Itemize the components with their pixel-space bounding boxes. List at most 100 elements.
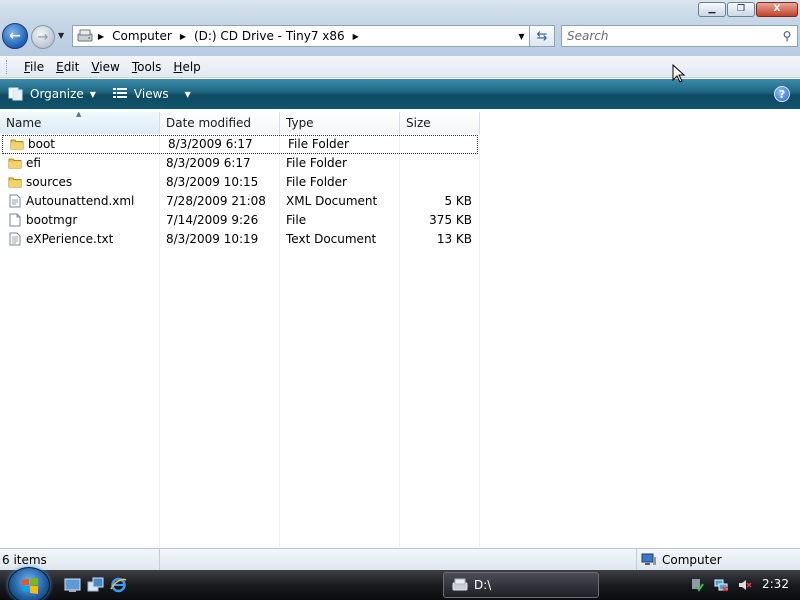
mouse-cursor-icon <box>672 64 686 83</box>
forward-arrow-icon: → <box>37 29 49 45</box>
back-button[interactable]: ← <box>2 23 28 49</box>
organize-label: Organize <box>30 87 84 101</box>
search-placeholder: Search <box>567 29 609 43</box>
file-type: File Folder <box>286 175 347 189</box>
file-row[interactable]: Autounattend.xml 7/28/2009 21:08 XML Doc… <box>0 192 480 211</box>
window-controls: ▁ ❐ X <box>698 2 798 17</box>
file-row[interactable]: boot 8/3/2009 6:17 File Folder <box>2 135 478 154</box>
recent-pages-dropdown[interactable]: ▼ <box>58 31 64 40</box>
window-chrome: ▁ ❐ X ← → ▼ ▶ Computer ▶ (D:) CD Drive -… <box>0 0 800 56</box>
help-icon[interactable]: ? <box>774 86 790 102</box>
menu-file[interactable]: File <box>18 60 50 74</box>
status-spacer <box>160 549 637 570</box>
file-date: 8/3/2009 6:17 <box>168 137 253 151</box>
folder-icon <box>10 139 24 150</box>
column-header-name[interactable]: ▲ Name <box>0 110 160 134</box>
refresh-button[interactable]: ⇆ <box>530 25 555 47</box>
system-tray <box>690 578 752 592</box>
file-size: 375 KB <box>429 213 472 227</box>
file-date: 8/3/2009 10:19 <box>166 232 259 246</box>
views-label: Views <box>133 87 169 101</box>
file-row[interactable]: efi 8/3/2009 6:17 File Folder <box>0 154 480 173</box>
column-header-type[interactable]: Type <box>280 112 400 134</box>
drive-icon <box>75 26 95 46</box>
security-center-icon[interactable] <box>690 578 704 592</box>
refresh-icon: ⇆ <box>536 28 548 44</box>
file-date: 7/28/2009 21:08 <box>166 194 266 208</box>
column-header-name-label: Name <box>6 116 42 130</box>
organize-icon <box>8 87 23 101</box>
file-size: 5 KB <box>444 194 472 208</box>
status-zone-label: Computer <box>662 552 722 567</box>
status-zone: Computer <box>637 549 800 570</box>
file-type: XML Document <box>286 194 378 208</box>
organize-button[interactable]: Organize ▼ <box>0 79 104 109</box>
show-desktop-icon[interactable] <box>64 577 81 593</box>
file-date: 8/3/2009 10:15 <box>166 175 259 189</box>
file-size: 13 KB <box>436 232 472 246</box>
file-name: sources <box>26 175 73 189</box>
search-input[interactable]: Search ⚲ <box>561 25 798 47</box>
breadcrumb-cd-drive[interactable]: (D:) CD Drive - Tiny7 x86 <box>189 26 350 46</box>
status-bar: 6 items Computer <box>0 548 800 570</box>
xml-file-icon <box>9 194 21 208</box>
menu-view[interactable]: View <box>85 60 125 74</box>
file-row[interactable]: bootmgr 7/14/2009 9:26 File 375 KB <box>0 211 480 230</box>
file-row[interactable]: eXPerience.txt 8/3/2009 10:19 Text Docum… <box>0 230 480 249</box>
folder-icon <box>8 158 22 169</box>
close-button[interactable]: X <box>756 2 798 17</box>
breadcrumb-separator-icon[interactable]: ▶ <box>177 32 189 41</box>
sort-ascending-icon: ▲ <box>76 110 82 118</box>
menu-grip <box>6 60 9 74</box>
file-name: boot <box>28 137 56 151</box>
taskbar-window-label: D:\ <box>474 578 492 592</box>
organize-dropdown-icon: ▼ <box>89 89 96 99</box>
switch-windows-icon[interactable] <box>87 577 104 593</box>
menu-edit[interactable]: Edit <box>50 60 85 74</box>
computer-icon <box>641 553 656 565</box>
minimize-button[interactable]: ▁ <box>698 2 726 17</box>
file-type: Text Document <box>286 232 377 246</box>
file-date: 8/3/2009 6:17 <box>166 156 251 170</box>
file-name: bootmgr <box>26 213 78 227</box>
file-name: eXPerience.txt <box>26 232 114 246</box>
start-button[interactable] <box>8 567 50 600</box>
file-type: File Folder <box>286 156 347 170</box>
file-type: File Folder <box>288 137 349 151</box>
file-row[interactable]: sources 8/3/2009 10:15 File Folder <box>0 173 480 192</box>
file-icon <box>9 213 21 227</box>
views-button[interactable]: Views ▼ <box>104 79 199 109</box>
volume-muted-icon[interactable] <box>738 578 752 592</box>
forward-button[interactable]: → <box>31 25 55 49</box>
file-name: Autounattend.xml <box>26 194 135 208</box>
file-type: File <box>286 213 307 227</box>
address-bar[interactable]: ▶ Computer ▶ (D:) CD Drive - Tiny7 x86 ▶… <box>72 25 530 47</box>
column-header-size[interactable]: Size <box>400 112 480 134</box>
internet-explorer-icon[interactable] <box>110 577 127 593</box>
taskbar-window-button[interactable]: D:\ <box>443 572 599 598</box>
breadcrumb-separator-icon[interactable]: ▶ <box>350 32 362 41</box>
breadcrumb-separator-icon[interactable]: ▶ <box>95 32 107 41</box>
menu-help[interactable]: Help <box>167 60 206 74</box>
text-file-icon <box>9 232 21 246</box>
address-dropdown-icon[interactable]: ▼ <box>513 32 529 41</box>
drive-icon <box>452 578 468 591</box>
column-header-type-label: Type <box>286 116 314 130</box>
back-arrow-icon: ← <box>9 28 21 44</box>
column-header-size-label: Size <box>406 116 431 130</box>
maximize-button[interactable]: ❐ <box>727 2 755 17</box>
windows-logo-icon <box>22 578 38 594</box>
taskbar: D:\ 2:32 <box>0 567 800 600</box>
file-name: efi <box>26 156 41 170</box>
column-header-date-label: Date modified <box>166 116 252 130</box>
file-date: 7/14/2009 9:26 <box>166 213 259 227</box>
column-header-date[interactable]: Date modified <box>160 112 280 134</box>
network-icon[interactable] <box>714 578 728 592</box>
views-dropdown-icon[interactable]: ▼ <box>185 90 191 99</box>
breadcrumb-computer[interactable]: Computer <box>107 26 177 46</box>
views-icon <box>112 88 127 98</box>
search-icon[interactable]: ⚲ <box>777 29 797 43</box>
menu-tools[interactable]: Tools <box>126 60 168 74</box>
file-list: ▲ Name Date modified Type Size boot 8/3/… <box>0 109 800 547</box>
clock[interactable]: 2:32 <box>762 577 789 591</box>
